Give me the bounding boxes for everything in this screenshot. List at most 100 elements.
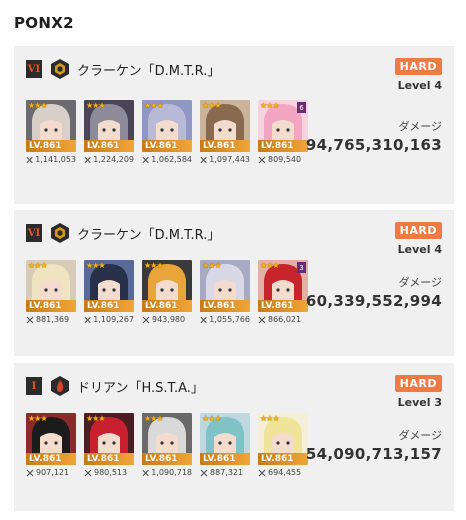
rank-badge: VI [26, 224, 42, 242]
unit-slot[interactable]: ★★★ LV.861 1,055,766 [200, 260, 250, 324]
fire-element-icon [51, 376, 69, 396]
damage-label: ダメージ [398, 276, 442, 289]
difficulty-badge: HARD [394, 58, 442, 75]
unit-power: 943,980 [142, 315, 192, 324]
unit-slot[interactable]: ★★★ LV.861 1,109,267 [84, 260, 134, 324]
star-rating: ★★★ [86, 101, 105, 110]
crossed-swords-icon [200, 469, 208, 476]
unit-slot[interactable]: ★★★ LV.861 1,141,053 [26, 100, 76, 164]
crossed-swords-icon [26, 316, 34, 323]
unit-power-value: 809,540 [268, 155, 302, 164]
boss-name: クラーケン「D.M.T.R.」 [77, 228, 221, 243]
star-rating: ★★★ [202, 261, 221, 270]
crossed-swords-icon [258, 469, 266, 476]
unit-slot[interactable]: ★★★ LV.861 1,224,209 [84, 100, 134, 164]
unit-power-value: 943,980 [152, 315, 186, 324]
crossed-swords-icon [84, 469, 92, 476]
crossed-swords-icon [142, 469, 149, 476]
unit-level: LV.861 [142, 453, 192, 465]
unit-level: LV.861 [26, 453, 76, 465]
crossed-swords-icon [26, 469, 34, 476]
unit-power-value: 1,062,584 [151, 155, 192, 164]
unit-slot[interactable]: ★★★ LV.861 694,455 [258, 413, 308, 477]
unit-level: LV.861 [26, 140, 76, 152]
rank-badge: VI [26, 60, 42, 78]
damage-value: 60,339,552,994 [305, 292, 442, 310]
unit-power-value: 866,021 [268, 315, 302, 324]
star-rating: ★★★ [28, 414, 47, 423]
unit-power-value: 1,055,766 [209, 315, 250, 324]
unit-portrait: ★★★ LV.861 [258, 413, 308, 465]
unit-slot[interactable]: ★★★ 3 LV.861 866,021 [258, 260, 308, 324]
unit-portrait: ★★★ LV.861 [26, 260, 76, 312]
crossed-swords-icon [142, 316, 150, 323]
burst-badge: 3 [297, 262, 306, 273]
difficulty-badge: HARD [394, 222, 442, 239]
unit-slot[interactable]: ★★★ LV.861 1,090,718 [142, 413, 192, 477]
unit-level: LV.861 [84, 140, 134, 152]
unit-power: 1,109,267 [84, 315, 134, 324]
unit-slot[interactable]: ★★★ LV.861 1,097,443 [200, 100, 250, 164]
unit-portrait: ★★★ LV.861 [142, 100, 192, 152]
unit-portrait: ★★★ LV.861 [200, 260, 250, 312]
rank-badge: I [26, 377, 42, 395]
unit-power: 1,224,209 [84, 155, 134, 164]
damage-value: 54,090,713,157 [305, 445, 442, 463]
unit-slot[interactable]: ★★★ LV.861 1,062,584 [142, 100, 192, 164]
star-rating: ★★★ [260, 414, 279, 423]
unit-power-value: 907,121 [36, 468, 70, 477]
unit-slot[interactable]: ★★★ LV.861 887,321 [200, 413, 250, 477]
unit-level: LV.861 [142, 140, 192, 152]
unit-slot[interactable]: ★★★ LV.861 881,369 [26, 260, 76, 324]
unit-slot[interactable]: ★★★ 6 LV.861 809,540 [258, 100, 308, 164]
star-rating: ★★★ [202, 101, 221, 110]
unit-portrait: ★★★ LV.861 [26, 100, 76, 152]
team-lineup: ★★★ LV.861 881,369 ★★★ LV.861 1,109,267 … [26, 260, 308, 324]
star-rating: ★★★ [28, 261, 47, 270]
iron-element-icon [51, 59, 69, 79]
crossed-swords-icon [258, 156, 266, 163]
unit-portrait: ★★★ LV.861 [142, 413, 192, 465]
unit-power: 694,455 [258, 468, 308, 477]
unit-power: 1,090,718 [142, 468, 192, 477]
boss-level: Level 4 [397, 243, 442, 256]
star-rating: ★★★ [86, 414, 105, 423]
star-rating: ★★★ [144, 101, 163, 110]
unit-power: 887,321 [200, 468, 250, 477]
crossed-swords-icon [200, 156, 207, 163]
boss-name: ドリアン「H.S.T.A.」 [77, 381, 204, 396]
iron-element-icon [51, 223, 69, 243]
star-rating: ★★★ [86, 261, 105, 270]
crossed-swords-icon [142, 156, 149, 163]
crossed-swords-icon [84, 316, 91, 323]
star-rating: ★★★ [144, 261, 163, 270]
unit-power: 809,540 [258, 155, 308, 164]
unit-portrait: ★★★ 3 LV.861 [258, 260, 308, 312]
crossed-swords-icon [258, 316, 266, 323]
star-rating: ★★★ [260, 101, 279, 110]
crossed-swords-icon [84, 156, 91, 163]
unit-level: LV.861 [258, 453, 308, 465]
unit-level: LV.861 [200, 453, 250, 465]
run-card[interactable]: I ドリアン「H.S.T.A.」 HARD Level 3 ★★★ LV.861 [14, 363, 454, 511]
star-rating: ★★★ [202, 414, 221, 423]
unit-power: 1,141,053 [26, 155, 76, 164]
crossed-swords-icon [200, 316, 207, 323]
unit-slot[interactable]: ★★★ LV.861 943,980 [142, 260, 192, 324]
unit-power-value: 887,321 [210, 468, 244, 477]
unit-level: LV.861 [200, 300, 250, 312]
unit-power-value: 694,455 [268, 468, 302, 477]
unit-portrait: ★★★ 6 LV.861 [258, 100, 308, 152]
star-rating: ★★★ [28, 101, 47, 110]
unit-power-value: 881,369 [36, 315, 70, 324]
run-card[interactable]: VI クラーケン「D.M.T.R.」 HARD Level 4 ★★★ LV.8… [14, 46, 454, 204]
boss-level: Level 4 [397, 79, 442, 92]
run-card[interactable]: VI クラーケン「D.M.T.R.」 HARD Level 4 ★★★ LV.8… [14, 210, 454, 356]
unit-power-value: 1,109,267 [93, 315, 134, 324]
boss-name: クラーケン「D.M.T.R.」 [77, 64, 221, 79]
unit-level: LV.861 [84, 453, 134, 465]
unit-portrait: ★★★ LV.861 [26, 413, 76, 465]
unit-slot[interactable]: ★★★ LV.861 907,121 [26, 413, 76, 477]
unit-slot[interactable]: ★★★ LV.861 980,513 [84, 413, 134, 477]
unit-portrait: ★★★ LV.861 [84, 413, 134, 465]
